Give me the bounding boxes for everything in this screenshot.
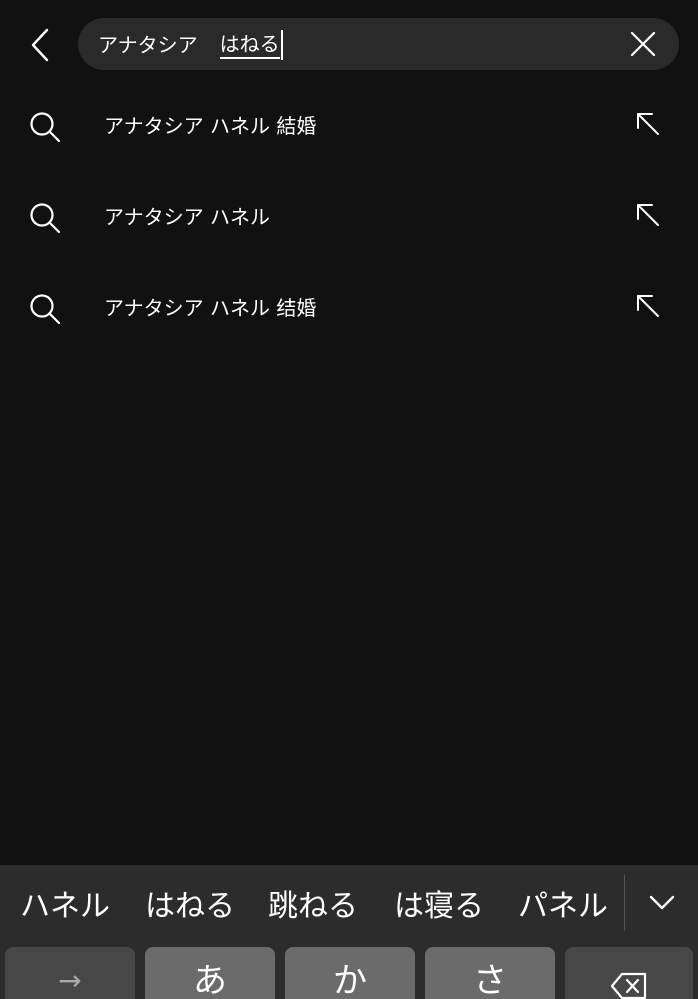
close-icon [630, 31, 656, 57]
text-caret [280, 30, 283, 60]
search-header: アナタシア はねる [0, 0, 698, 90]
chevron-down-icon [649, 895, 675, 910]
suggestion-item[interactable]: アナタシア ハネル 結婚 [0, 80, 698, 171]
suggestion-item[interactable]: アナタシア ハネル 结婚 [0, 262, 698, 353]
arrow-up-left-icon[interactable] [634, 201, 664, 231]
chevron-left-icon [31, 28, 49, 62]
key-label: あ [193, 961, 227, 999]
key-a[interactable]: あ [145, 947, 275, 999]
key-sa[interactable]: さ [425, 947, 555, 999]
search-icon [30, 203, 61, 234]
candidate-item[interactable]: ハネル [20, 887, 110, 927]
search-icon [30, 294, 61, 325]
candidate-item[interactable]: は寝る [394, 887, 484, 927]
arrow-up-left-icon[interactable] [634, 110, 664, 140]
search-composing-text: はねる [219, 31, 280, 59]
ime-keyboard: ハネル はねる 跳ねる は寝る パネル → あ か さ [0, 865, 698, 999]
suggestion-label: アナタシア ハネル [104, 205, 270, 229]
key-label: さ [473, 961, 507, 999]
candidate-item[interactable]: パネル [518, 887, 608, 927]
suggestion-label: アナタシア ハネル 結婚 [104, 114, 317, 138]
search-icon [30, 112, 61, 143]
key-row: → あ か さ [0, 947, 698, 999]
key-ka[interactable]: か [285, 947, 415, 999]
expand-candidates-button[interactable] [640, 883, 684, 923]
backspace-icon [610, 972, 647, 999]
arrow-key[interactable]: → [5, 947, 135, 999]
search-query[interactable]: アナタシア はねる [98, 30, 283, 60]
candidate-item[interactable]: 跳ねる [268, 887, 358, 927]
search-input[interactable]: アナタシア はねる [78, 18, 679, 70]
candidate-divider [624, 875, 625, 931]
delete-key[interactable] [565, 947, 693, 999]
search-screen: アナタシア はねる アナタシア ハネル 結婚 アナタシア ハネル アナタシア ハ… [0, 0, 698, 999]
candidate-item[interactable]: はねる [145, 887, 235, 927]
arrow-up-left-icon[interactable] [634, 292, 664, 322]
candidate-bar: ハネル はねる 跳ねる は寝る パネル [0, 865, 698, 947]
search-committed-text: アナタシア [98, 33, 198, 57]
key-label: か [333, 961, 367, 999]
arrow-right-icon: → [58, 964, 82, 997]
back-button[interactable] [20, 22, 60, 68]
suggestion-list: アナタシア ハネル 結婚 アナタシア ハネル アナタシア ハネル 结婚 [0, 80, 698, 353]
suggestion-item[interactable]: アナタシア ハネル [0, 171, 698, 262]
suggestion-label: アナタシア ハネル 结婚 [104, 296, 317, 320]
clear-button[interactable] [629, 30, 657, 58]
